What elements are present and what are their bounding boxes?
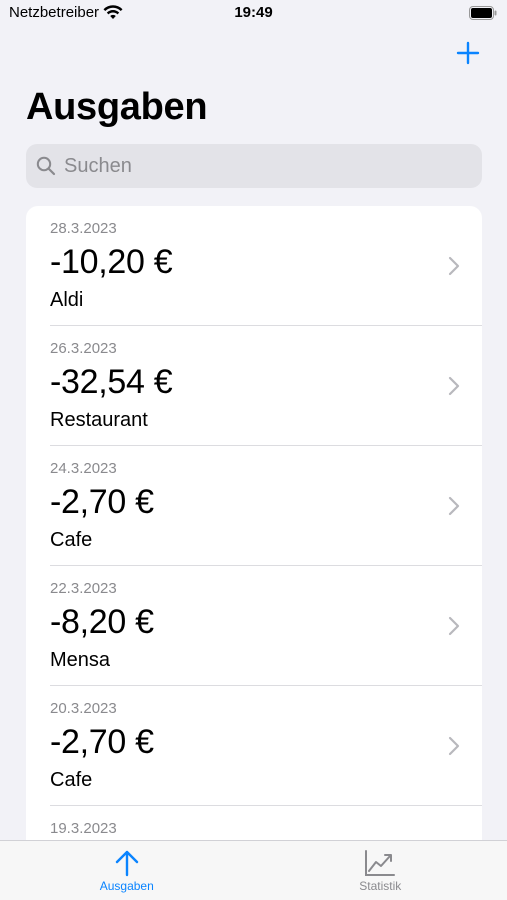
tab-statistik[interactable]: Statistik xyxy=(254,841,507,900)
expense-row[interactable]: 26.3.2023 -32,54 € Restaurant xyxy=(26,326,482,446)
expense-date: 19.3.2023 xyxy=(50,820,117,837)
plus-icon xyxy=(456,41,480,65)
expense-date: 20.3.2023 xyxy=(50,700,117,717)
expense-description: Restaurant xyxy=(50,409,148,431)
chart-icon xyxy=(365,850,396,876)
expense-row[interactable]: 22.3.2023 -8,20 € Mensa xyxy=(26,566,482,686)
expense-amount: -2,70 € xyxy=(50,723,154,761)
search-bar[interactable] xyxy=(26,144,482,188)
screen: Netzbetreiber 19:49 Ausgaben Suchen 28.3… xyxy=(0,0,507,900)
expense-row[interactable]: 24.3.2023 -2,70 € Cafe xyxy=(26,446,482,566)
expense-date: 24.3.2023 xyxy=(50,460,117,477)
tab-label: Statistik xyxy=(359,879,402,893)
expense-date: 22.3.2023 xyxy=(50,580,117,597)
chevron-right-icon xyxy=(448,736,460,756)
chevron-right-icon xyxy=(448,376,460,396)
expense-row[interactable]: 20.3.2023 -2,70 € Cafe xyxy=(26,686,482,806)
add-expense-button[interactable] xyxy=(453,38,483,68)
expense-description: Cafe xyxy=(50,769,93,791)
expense-row[interactable]: 28.3.2023 -10,20 € Aldi xyxy=(26,206,482,326)
expense-amount: -32,54 € xyxy=(50,363,173,401)
expense-list: 28.3.2023 -10,20 € Aldi 26.3.2023 -32,54… xyxy=(26,206,482,900)
expense-date: 26.3.2023 xyxy=(50,340,117,357)
chevron-right-icon xyxy=(448,256,460,276)
battery-icon xyxy=(469,6,497,20)
page-title: Ausgaben xyxy=(26,86,208,128)
search-input[interactable] xyxy=(64,154,464,178)
arrow-up-icon xyxy=(115,850,138,877)
expense-date: 28.3.2023 xyxy=(50,220,117,237)
status-time: 19:49 xyxy=(234,4,273,21)
expense-amount: -8,20 € xyxy=(50,603,154,641)
expense-amount: -2,70 € xyxy=(50,483,154,521)
expense-description: Cafe xyxy=(50,529,93,551)
expense-description: Aldi xyxy=(50,289,84,311)
status-bar: Netzbetreiber 19:49 xyxy=(0,0,507,28)
expense-amount: -10,20 € xyxy=(50,243,173,281)
expense-description: Mensa xyxy=(50,649,111,671)
tab-bar: Ausgaben Statistik xyxy=(0,840,507,900)
tab-ausgaben[interactable]: Ausgaben xyxy=(0,841,254,900)
chevron-right-icon xyxy=(448,616,460,636)
chevron-right-icon xyxy=(448,496,460,516)
search-icon xyxy=(36,156,56,176)
tab-label: Ausgaben xyxy=(99,879,154,893)
